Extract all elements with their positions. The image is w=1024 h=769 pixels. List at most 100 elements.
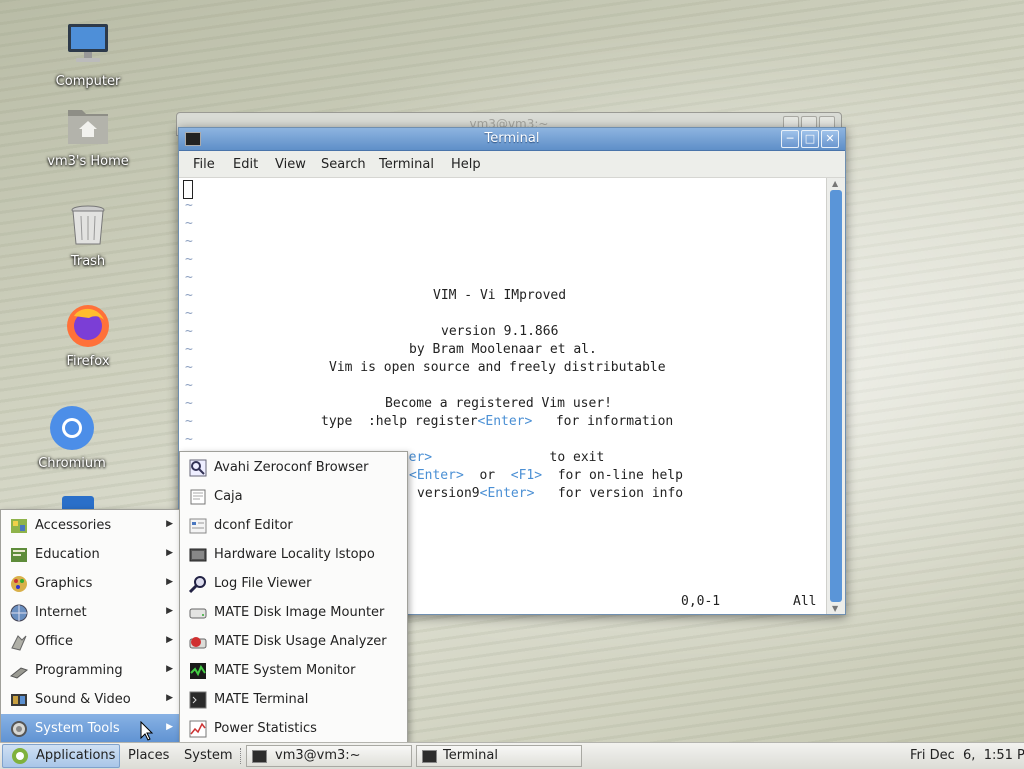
menu-item-label: MATE Disk Image Mounter	[214, 605, 385, 620]
text-segment: or	[463, 468, 511, 483]
office-icon	[11, 635, 27, 651]
text-segment: type :help register	[321, 414, 478, 429]
menu-item-accessories[interactable]: Accessories ▶	[1, 511, 179, 540]
system-tools-icon	[11, 721, 27, 737]
menu-item-label: Accessories	[35, 518, 112, 533]
desktop-icon-trash[interactable]: Trash	[38, 202, 138, 269]
menu-item-label: Caja	[214, 489, 243, 504]
submenu-arrow-icon: ▶	[166, 548, 173, 558]
empty-line-marker: ~	[185, 378, 193, 393]
menu-search[interactable]: Search	[321, 157, 366, 172]
key-hint: <F1>	[510, 468, 543, 483]
vim-register-line: Become a registered Vim user!	[385, 396, 612, 411]
desktop-icon-home[interactable]: vm3's Home	[38, 102, 138, 169]
vim-version-info-line: version9<Enter> for version info	[417, 486, 683, 501]
menu-item-system-monitor[interactable]: MATE System Monitor	[180, 656, 407, 685]
system-monitor-icon	[190, 663, 206, 679]
cursor-position: 0,0-1	[681, 594, 721, 609]
menu-item-label: dconf Editor	[214, 518, 293, 533]
clock[interactable]: Fri Dec 6, 1:51 PM	[910, 745, 1024, 767]
menu-help[interactable]: Help	[451, 157, 481, 172]
title-bar[interactable]: Terminal ─ □ ✕	[179, 128, 845, 151]
empty-line-marker: ~	[185, 270, 193, 285]
menu-item-graphics[interactable]: Graphics ▶	[1, 569, 179, 598]
text-segment: version9	[417, 486, 480, 501]
desktop-icon-chromium[interactable]: Chromium	[22, 404, 122, 471]
menu-item-label: Log File Viewer	[214, 576, 312, 591]
scroll-up-arrow[interactable]: ▲	[832, 179, 838, 188]
programming-icon	[9, 667, 29, 679]
menu-item-caja[interactable]: Caja	[180, 482, 407, 511]
applications-label: Applications	[36, 748, 116, 763]
mate-logo-icon	[12, 748, 28, 764]
menu-item-disk-usage[interactable]: MATE Disk Usage Analyzer	[180, 627, 407, 656]
system-tools-submenu: Avahi Zeroconf Browser Caja dconf Editor…	[179, 451, 408, 744]
places-menu-button[interactable]: Places	[128, 745, 169, 767]
menu-edit[interactable]: Edit	[233, 157, 258, 172]
menu-item-label: Sound & Video	[35, 692, 131, 707]
computer-icon	[64, 22, 112, 70]
menu-item-label: MATE Terminal	[214, 692, 309, 707]
menu-item-internet[interactable]: Internet ▶	[1, 598, 179, 627]
submenu-arrow-icon: ▶	[166, 577, 173, 587]
scroll-down-arrow[interactable]: ▼	[832, 604, 838, 613]
menu-item-label: Office	[35, 634, 73, 649]
internet-icon	[10, 604, 28, 622]
text-segment: for information	[532, 414, 674, 429]
menu-item-education[interactable]: Education ▶	[1, 540, 179, 569]
desktop-icon-firefox[interactable]: Firefox	[38, 302, 138, 369]
menu-file[interactable]: File	[193, 157, 215, 172]
taskbar-button-vm3[interactable]: vm3@vm3:~	[246, 745, 412, 767]
scrollbar-thumb[interactable]	[830, 190, 842, 602]
hwloc-icon	[189, 548, 207, 562]
empty-line-marker: ~	[185, 432, 193, 447]
vim-online-help-line: <Enter> or <F1> for on-line help	[409, 468, 683, 483]
menu-item-sound-video[interactable]: Sound & Video ▶	[1, 685, 179, 714]
desktop-icon-label: vm3's Home	[47, 154, 129, 169]
menu-item-mate-terminal[interactable]: MATE Terminal	[180, 685, 407, 714]
menu-item-dconf[interactable]: dconf Editor	[180, 511, 407, 540]
empty-line-marker: ~	[185, 414, 193, 429]
text-cursor	[183, 180, 193, 199]
menu-item-power-stats[interactable]: Power Statistics	[180, 714, 407, 743]
close-button[interactable]: ✕	[821, 130, 839, 148]
submenu-arrow-icon: ▶	[166, 606, 173, 616]
vim-version-line: version 9.1.866	[441, 324, 559, 339]
menu-item-label: System Tools	[35, 721, 120, 736]
menu-terminal[interactable]: Terminal	[379, 157, 434, 172]
system-menu-button[interactable]: System	[184, 745, 232, 767]
menu-item-log-viewer[interactable]: Log File Viewer	[180, 569, 407, 598]
submenu-arrow-icon: ▶	[166, 664, 173, 674]
vim-help-register-line: type :help register<Enter> for informati…	[321, 414, 673, 429]
applications-menu-button[interactable]: Applications	[2, 744, 120, 768]
maximize-button[interactable]: □	[801, 130, 819, 148]
terminal-icon	[422, 750, 437, 763]
menu-item-label: Graphics	[35, 576, 93, 591]
menu-view[interactable]: View	[275, 157, 306, 172]
vim-author-line: by Bram Moolenaar et al.	[409, 342, 597, 357]
menu-item-avahi[interactable]: Avahi Zeroconf Browser	[180, 453, 407, 482]
menu-bar: File Edit View Search Terminal Help	[179, 151, 845, 178]
vertical-scrollbar[interactable]: ▲ ▼	[826, 178, 845, 614]
empty-line-marker: ~	[185, 360, 193, 375]
desktop-icon-label: Firefox	[66, 354, 110, 369]
vim-title-line: VIM - Vi IMproved	[433, 288, 567, 303]
menu-item-disk-mounter[interactable]: MATE Disk Image Mounter	[180, 598, 407, 627]
panel-separator	[240, 748, 243, 764]
menu-item-office[interactable]: Office ▶	[1, 627, 179, 656]
log-viewer-icon	[188, 576, 206, 594]
taskbar-button-terminal[interactable]: Terminal	[416, 745, 582, 767]
submenu-arrow-icon: ▶	[166, 693, 173, 703]
menu-item-programming[interactable]: Programming ▶	[1, 656, 179, 685]
desktop-icon-computer[interactable]: Computer	[38, 22, 138, 89]
minimize-button[interactable]: ─	[781, 130, 799, 148]
terminal-icon	[189, 691, 207, 709]
vim-exit-line: nter> to exit	[393, 450, 604, 465]
empty-line-marker: ~	[185, 198, 193, 213]
disk-mounter-icon	[189, 608, 207, 619]
menu-item-label: MATE Disk Usage Analyzer	[214, 634, 387, 649]
menu-item-hwloc[interactable]: Hardware Locality lstopo	[180, 540, 407, 569]
key-hint: <Enter>	[409, 468, 464, 483]
menu-item-label: Internet	[35, 605, 87, 620]
chromium-icon	[48, 404, 96, 452]
